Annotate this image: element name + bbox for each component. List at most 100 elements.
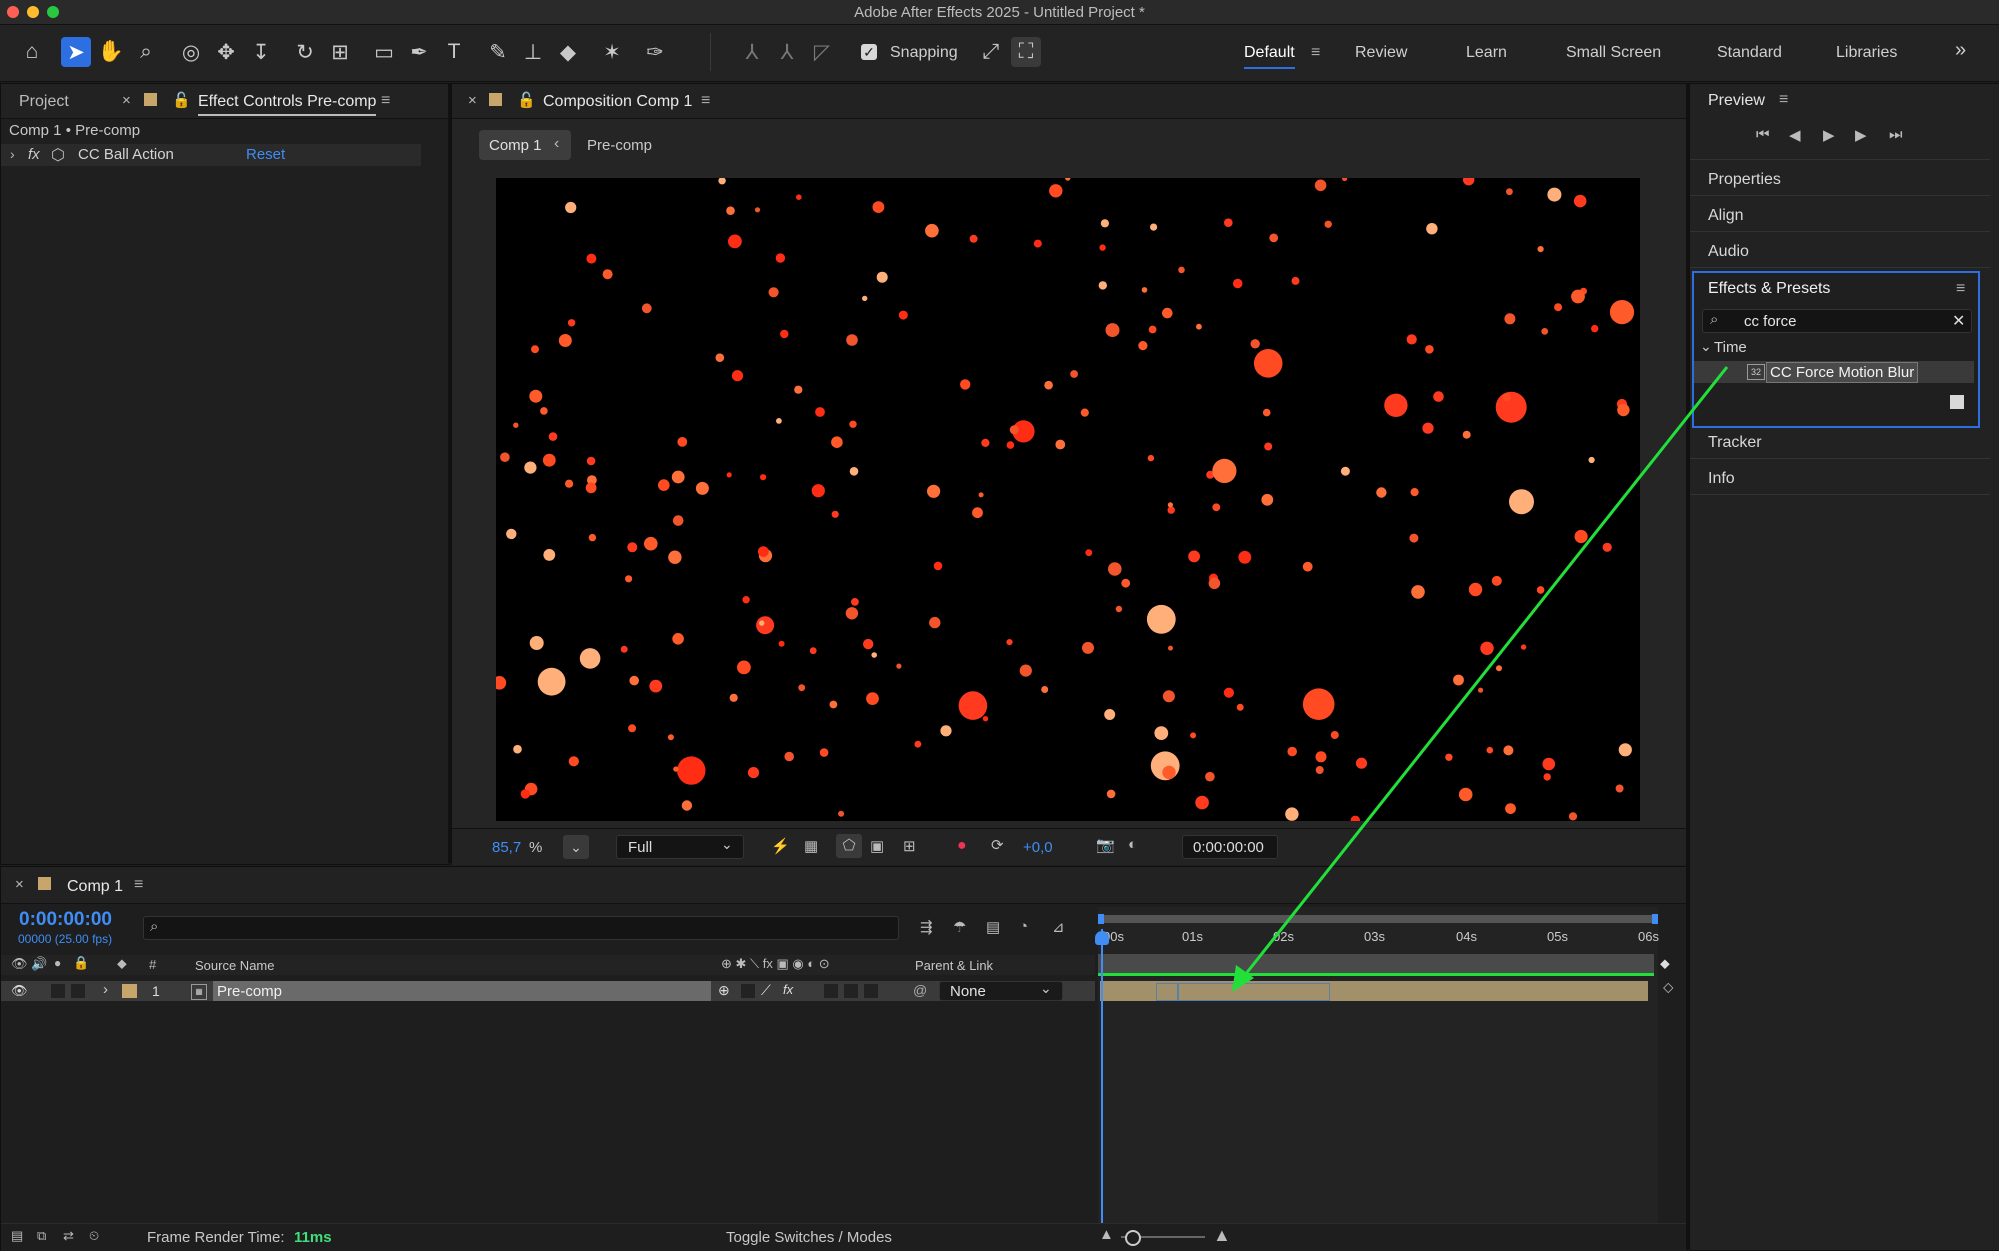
fx-toggle-icon[interactable]: fx <box>28 146 40 163</box>
clone-stamp-tool-icon[interactable]: ⊥ <box>518 37 548 67</box>
reset-link[interactable]: Reset <box>246 146 285 163</box>
axis-local-icon[interactable]: ⅄ <box>737 37 767 67</box>
category-chevron-down-icon[interactable]: ⌄ <box>1700 338 1712 355</box>
current-time[interactable]: 0:00:00:00 <box>19 909 112 931</box>
snapping-checkbox[interactable]: ✓ <box>861 44 877 60</box>
lock-icon[interactable]: 🔓 <box>172 91 191 109</box>
audio-section[interactable]: Audio <box>1708 243 1749 261</box>
reset-exposure-icon[interactable]: ⟳ <box>991 836 1004 854</box>
eraser-tool-icon[interactable]: ◆ <box>553 37 583 67</box>
toggle-switches-modes[interactable]: Toggle Switches / Modes <box>726 1229 892 1246</box>
work-area-bar[interactable] <box>1100 915 1656 923</box>
selection-tool-icon[interactable]: ➤ <box>61 37 91 67</box>
frame-blending-icon[interactable]: ▤ <box>986 918 1000 936</box>
brush-tool-icon[interactable]: ✎ <box>483 37 513 67</box>
zoom-dropdown-chevron-icon[interactable]: ⌄ <box>563 835 589 859</box>
frame-blend-switch[interactable] <box>824 984 838 998</box>
workspace-menu-icon[interactable]: ≡ <box>1311 44 1320 62</box>
close-tab-icon[interactable]: × <box>468 92 477 109</box>
composition-flowchart-icon[interactable]: ⇶ <box>920 918 933 936</box>
roto-brush-tool-icon[interactable]: ✶ <box>597 37 627 67</box>
pickwhip-icon[interactable]: @ <box>913 982 927 998</box>
close-tab-icon[interactable]: × <box>122 92 131 109</box>
tab-project[interactable]: Project <box>19 93 69 111</box>
composition-viewer[interactable] <box>496 178 1640 821</box>
axis-view-icon[interactable]: ◸ <box>807 37 837 67</box>
channels-icon[interactable]: ● <box>957 837 967 855</box>
pan-behind-tool-icon[interactable]: ⊞ <box>325 37 355 67</box>
rectangle-tool-icon[interactable]: ▭ <box>369 37 399 67</box>
layer-label-color[interactable] <box>122 984 137 998</box>
motion-blur-icon[interactable]: ◔ <box>1019 918 1028 935</box>
close-tab-icon[interactable]: × <box>15 876 24 893</box>
layer-expand-chevron-icon[interactable]: › <box>103 981 108 998</box>
play-icon[interactable]: ▶ <box>1823 126 1835 144</box>
fast-previews-icon[interactable]: ⚡ <box>771 837 790 855</box>
pen-tool-icon[interactable]: ✒ <box>404 37 434 67</box>
snap-edges-icon[interactable]: ⤢ <box>976 37 1006 67</box>
hand-tool-icon[interactable]: ✋ <box>96 37 126 67</box>
quality-icon[interactable]: ⟋ <box>761 982 771 999</box>
workspace-default[interactable]: Default <box>1244 44 1295 69</box>
graph-editor-icon[interactable]: ⊿ <box>1052 918 1065 936</box>
transparency-grid-icon[interactable]: ▦ <box>804 837 818 855</box>
puppet-pin-tool-icon[interactable]: ✑ <box>640 37 670 67</box>
layer-end-icon[interactable]: ⬦ <box>1663 979 1674 996</box>
zoom-in-mountain-icon[interactable]: ▲ <box>1213 1225 1231 1246</box>
playhead[interactable] <box>1101 929 1103 1250</box>
playhead-handle[interactable] <box>1095 931 1109 945</box>
show-snapshot-icon[interactable]: ◐ <box>1128 836 1137 853</box>
rotation-tool-icon[interactable]: ↻ <box>290 37 320 67</box>
render-layers-icon[interactable]: ▤ <box>11 1228 23 1244</box>
in-out-icon[interactable]: ⇄ <box>63 1228 74 1244</box>
home-icon[interactable]: ⌂ <box>17 37 47 67</box>
region-of-interest-icon[interactable]: ▣ <box>870 837 884 855</box>
time-zoom-handle[interactable] <box>1125 1230 1141 1246</box>
effects-search-input[interactable]: ⌕ cc force ✕ <box>1702 309 1972 333</box>
quality-switch[interactable] <box>741 984 755 998</box>
effects-category-time[interactable]: Time <box>1714 339 1747 356</box>
last-frame-icon[interactable]: ⏭ <box>1889 126 1903 143</box>
tab-timeline-comp1[interactable]: Comp 1 <box>67 878 123 896</box>
timeline-search-input[interactable]: ⌕ <box>143 916 899 940</box>
effect-switch-icon[interactable]: fx <box>783 982 793 997</box>
transfer-controls-icon[interactable]: ⧉ <box>37 1228 46 1244</box>
draft-3d-icon[interactable]: ☂ <box>953 918 966 936</box>
zoom-value[interactable]: 85,7 <box>492 839 521 856</box>
motion-blur-switch[interactable] <box>844 984 858 998</box>
work-area-start-handle[interactable] <box>1098 914 1104 924</box>
align-section[interactable]: Align <box>1708 207 1744 225</box>
snapshot-camera-icon[interactable]: 📷 <box>1096 836 1115 854</box>
preview-title[interactable]: Preview <box>1708 92 1765 110</box>
layer-duration-bar[interactable] <box>1100 981 1648 1001</box>
properties-section[interactable]: Properties <box>1708 171 1781 189</box>
workspace-small-screen[interactable]: Small Screen <box>1566 44 1661 62</box>
crumb-precomp[interactable]: Pre-comp <box>587 137 652 154</box>
dolly-camera-icon[interactable]: ↧ <box>246 37 276 67</box>
pan-camera-icon[interactable]: ✥ <box>211 37 241 67</box>
effects-menu-icon[interactable]: ≡ <box>1956 280 1965 298</box>
workspace-learn[interactable]: Learn <box>1466 44 1507 62</box>
workspace-review[interactable]: Review <box>1355 44 1407 62</box>
layer-row[interactable]: 👁 › 1 ▦ Pre-comp ⊕ ⟋ fx @ None ⌄ <box>1 980 1095 1001</box>
layer-name-field[interactable]: Pre-comp <box>213 981 711 1001</box>
solo-toggle[interactable] <box>51 984 65 998</box>
effect-row[interactable]: › fx ⬡ CC Ball Action Reset <box>1 144 421 166</box>
render-time-icon[interactable]: ⏲ <box>89 1228 99 1244</box>
column-source-name[interactable]: Source Name <box>195 958 274 973</box>
type-tool-icon[interactable]: T <box>439 37 469 67</box>
workspace-standard[interactable]: Standard <box>1717 44 1782 62</box>
tab-composition[interactable]: Composition Comp 1 <box>543 93 692 111</box>
first-frame-icon[interactable]: ⏮ <box>1756 126 1770 143</box>
workspace-libraries[interactable]: Libraries <box>1836 44 1897 62</box>
expand-chevron-icon[interactable]: › <box>10 146 15 162</box>
lock-toggle[interactable] <box>71 984 85 998</box>
time-ruler[interactable]: 00s 01s 02s 03s 04s 05s 06s <box>1098 929 1659 953</box>
previous-frame-icon[interactable]: ◀ <box>1789 126 1801 144</box>
resolution-select[interactable]: Full ⌄ <box>616 835 744 859</box>
zoom-tool-icon[interactable]: ⌕ <box>131 37 161 67</box>
more-workspaces-icon[interactable]: » <box>1955 39 1966 62</box>
viewer-timecode[interactable]: 0:00:00:00 <box>1182 835 1278 859</box>
panel-menu-icon[interactable]: ≡ <box>134 876 143 894</box>
column-parent-link[interactable]: Parent & Link <box>915 958 993 973</box>
